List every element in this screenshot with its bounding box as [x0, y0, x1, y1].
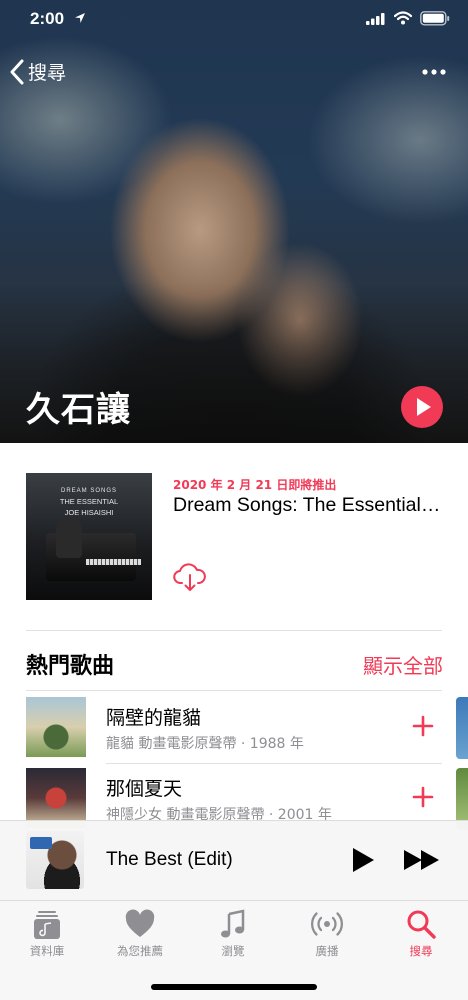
more-options-icon[interactable] — [420, 62, 448, 82]
show-all-link[interactable]: 顯示全部 — [363, 650, 443, 679]
play-artist-button[interactable] — [401, 386, 443, 428]
now-playing-artwork — [26, 831, 84, 889]
top-songs-heading: 熱門歌曲 — [26, 654, 115, 679]
next-column-artwork — [456, 697, 468, 759]
song-title: 那個夏天 — [106, 778, 183, 800]
music-note-icon — [221, 909, 245, 938]
tab-search[interactable]: 搜尋 — [376, 907, 466, 967]
cloud-download-icon[interactable] — [173, 562, 207, 592]
section-divider — [26, 690, 442, 691]
chevron-left-icon — [10, 59, 24, 84]
back-button[interactable]: 搜尋 — [10, 58, 66, 85]
wifi-icon — [394, 11, 412, 25]
add-icon[interactable] — [412, 786, 434, 808]
tab-label: 廣播 — [315, 944, 339, 958]
home-indicator — [151, 984, 317, 990]
song-row[interactable]: 隔壁的龍貓 龍貓 動畫電影原聲帶 · 1988 年 — [0, 693, 468, 764]
artwork-logo — [30, 837, 52, 849]
cover-person — [56, 518, 82, 558]
back-label: 搜尋 — [28, 62, 67, 84]
cellular-signal-icon — [366, 13, 385, 25]
heart-icon — [125, 909, 155, 937]
fast-forward-icon[interactable] — [402, 847, 442, 873]
battery-icon — [420, 11, 450, 26]
now-playing-title: The Best (Edit) — [106, 849, 233, 870]
radio-icon — [310, 912, 344, 936]
tab-radio[interactable]: 廣播 — [282, 907, 372, 967]
cover-piano-keys — [86, 559, 141, 565]
song-artwork — [26, 697, 86, 757]
tab-label: 搜尋 — [409, 944, 433, 958]
play-icon[interactable] — [350, 847, 376, 873]
song-subtitle: 龍貓 動畫電影原聲帶 · 1988 年 — [106, 736, 304, 752]
mini-player[interactable]: The Best (Edit) — [0, 820, 468, 900]
release-date: 2020 年 2 月 21 日即將推出 — [173, 478, 337, 492]
artist-name: 久石讓 — [26, 390, 131, 430]
tab-browse[interactable]: 瀏覽 — [188, 907, 278, 967]
tab-label: 為您推薦 — [117, 944, 163, 958]
tab-label: 資料庫 — [29, 944, 65, 958]
tab-label: 瀏覽 — [221, 944, 245, 958]
search-icon — [407, 910, 436, 939]
location-arrow-icon — [75, 13, 85, 23]
cover-text-line: JOE HISAISHI — [64, 508, 114, 517]
cover-text-line: DREAM SONGS — [60, 488, 117, 494]
release-title[interactable]: Dream Songs: The Essential Joe Hisaishi — [173, 494, 445, 517]
cover-text-line: THE ESSENTIAL — [59, 497, 119, 506]
artist-hero-image — [0, 0, 468, 443]
add-icon[interactable] — [412, 715, 434, 737]
song-artwork — [26, 768, 86, 828]
tab-for-you[interactable]: 為您推薦 — [95, 907, 185, 967]
song-title: 隔壁的龍貓 — [106, 707, 202, 729]
play-icon — [417, 398, 431, 416]
section-divider — [26, 630, 442, 631]
status-time: 2:00 — [30, 9, 65, 28]
latest-release-artwork[interactable]: DREAM SONGS THE ESSENTIAL JOE HISAISHI — [26, 473, 152, 600]
tab-library[interactable]: 資料庫 — [2, 907, 92, 967]
library-icon — [34, 911, 60, 939]
status-bar: 2:00 — [0, 0, 468, 40]
